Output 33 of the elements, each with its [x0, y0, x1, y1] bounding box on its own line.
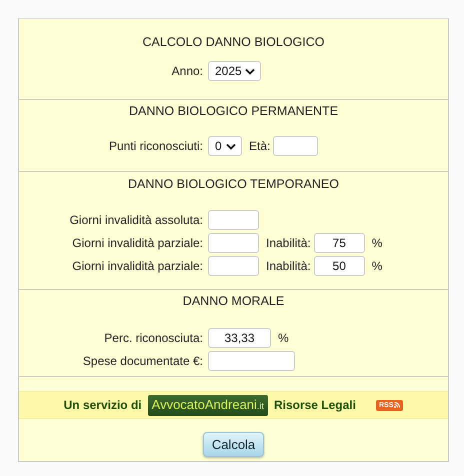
- chevron-down-icon: [245, 68, 255, 74]
- section-title: DANNO MORALE: [182, 293, 286, 308]
- link[interactable]: Risorse Legali: [274, 398, 356, 412]
- field-label: Giorni invalidità parziale:: [71, 259, 204, 273]
- field-label: Spese documentate €:: [82, 354, 204, 368]
- banner-text: Un servizio di: [64, 398, 142, 412]
- dropdown[interactable]: 2025: [208, 61, 261, 81]
- section-title: CALCOLO DANNO BIOLOGICO: [142, 34, 326, 49]
- input-field[interactable]: 33,33: [208, 328, 271, 348]
- section-title: DANNO BIOLOGICO PERMANENTE: [128, 103, 340, 118]
- input-field[interactable]: 50: [314, 256, 365, 276]
- field-label: %: [278, 331, 289, 345]
- field-label: Giorni invalidità assoluta:: [68, 213, 204, 227]
- logo[interactable]: AvvocatoAndreani.it: [148, 394, 268, 416]
- field-label: Anno:: [170, 64, 204, 78]
- field-label: Punti riconosciuti:: [108, 139, 204, 153]
- input-field[interactable]: [208, 351, 295, 371]
- input-field[interactable]: [273, 136, 318, 156]
- input-field[interactable]: [208, 256, 259, 276]
- input-field[interactable]: [208, 233, 259, 253]
- calculate-button[interactable]: Calcola: [202, 432, 264, 457]
- section-title: DANNO BIOLOGICO TEMPORANEO: [127, 176, 340, 191]
- field-label: Perc. riconosciuta:: [103, 331, 204, 345]
- input-field[interactable]: 75: [314, 233, 365, 253]
- field-label: %: [372, 236, 382, 250]
- field-label: %: [372, 259, 382, 273]
- dropdown[interactable]: 0: [208, 136, 242, 156]
- field-label: Inabilità:: [266, 259, 311, 273]
- input-field[interactable]: [208, 210, 259, 230]
- field-label: Età:: [249, 139, 270, 153]
- field-label: Giorni invalidità parziale:: [71, 236, 204, 250]
- chevron-down-icon: [226, 142, 236, 150]
- field-label: Inabilità:: [266, 236, 311, 250]
